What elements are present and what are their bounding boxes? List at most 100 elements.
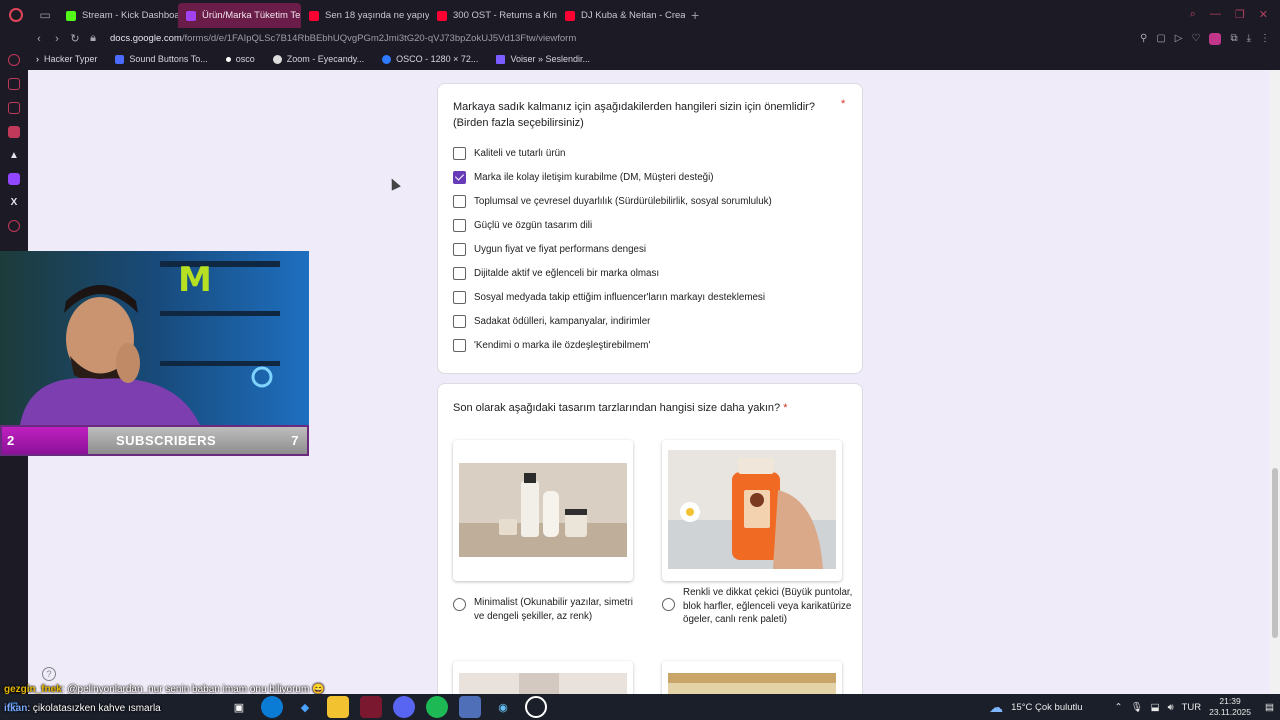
store-icon[interactable]: ◆ bbox=[294, 696, 316, 718]
bookmark-osco-1280[interactable]: OSCO - 1280 × 72... bbox=[382, 54, 478, 64]
radio-option-minimalist[interactable]: Minimalist (Okunabilir yazılar, simetri … bbox=[453, 596, 643, 623]
bookmark-icon bbox=[382, 54, 392, 64]
snapshot-icon[interactable]: ▢ bbox=[1156, 33, 1165, 45]
option-identification[interactable]: 'Kendimi o marka ile özdeşleştirebilmem' bbox=[453, 339, 650, 352]
spotify-icon[interactable] bbox=[426, 696, 448, 718]
speaker-icon[interactable]: 🔊︎ bbox=[1168, 702, 1174, 713]
weather-text[interactable]: 15°C Çok bulutlu bbox=[1011, 702, 1082, 713]
window-controls: ⌕ — ❐ ✕ bbox=[1190, 8, 1280, 21]
extension-icon[interactable] bbox=[1209, 32, 1222, 45]
image-option-minimalist[interactable] bbox=[453, 440, 633, 581]
image-option-colorful[interactable] bbox=[662, 440, 842, 581]
chevron-right-icon: › bbox=[36, 54, 39, 64]
opera-gx-icon[interactable] bbox=[360, 696, 382, 718]
tab-kick-dashboard[interactable]: Stream - Kick Dashboard bbox=[58, 3, 178, 28]
minimize-icon[interactable]: — bbox=[1210, 8, 1221, 21]
forward-icon[interactable]: › bbox=[48, 33, 66, 45]
subscriber-count: 2 bbox=[2, 427, 88, 454]
clock[interactable]: 21:39 23.11.2025 bbox=[1209, 696, 1251, 718]
address-bar: ‹ › ↻ 🔒︎ docs.google.com/forms/d/e/1FAIp… bbox=[0, 29, 1280, 48]
radio-button[interactable] bbox=[453, 598, 466, 611]
option-loyalty-rewards[interactable]: Sadakat ödülleri, kampanyalar, indirimle… bbox=[453, 315, 650, 328]
subscribers-goal-bar: 2 SUBSCRIBERS 7 bbox=[0, 425, 309, 456]
bookmark-osco[interactable]: osco bbox=[225, 54, 255, 64]
checkbox[interactable] bbox=[453, 315, 466, 328]
checkbox[interactable] bbox=[453, 339, 466, 352]
bookmark-hacker-typer[interactable]: › Hacker Typer bbox=[36, 54, 97, 64]
notifications-icon[interactable]: ▤ bbox=[1265, 702, 1274, 713]
option-design-language[interactable]: Güçlü ve özgün tasarım dili bbox=[453, 219, 592, 232]
reload-icon[interactable]: ↻ bbox=[66, 32, 84, 45]
bookmark-sound-buttons[interactable]: Sound Buttons To... bbox=[115, 54, 208, 64]
address-bar-actions: ⚲ ▢ ▷ ♡ ⧉ ⤓ ⋮ bbox=[1140, 32, 1280, 45]
workspaces-icon[interactable]: ▭ bbox=[32, 0, 58, 29]
back-icon[interactable]: ‹ bbox=[30, 33, 48, 45]
option-quality[interactable]: Kaliteli ve tutarlı ürün bbox=[453, 147, 565, 160]
bookmark-voiser[interactable]: Voiser » Seslendir... bbox=[496, 54, 590, 64]
download-icon[interactable]: ⤓ bbox=[1247, 33, 1251, 45]
chat-icon[interactable] bbox=[8, 102, 20, 114]
file-explorer-icon[interactable] bbox=[327, 696, 349, 718]
option-social-responsibility[interactable]: Toplumsal ve çevresel duyarlılık (Sürdür… bbox=[453, 195, 772, 208]
language-indicator[interactable]: TUR bbox=[1182, 702, 1202, 713]
search-tabs-icon[interactable]: ⌕ bbox=[1190, 8, 1196, 21]
opera-logo-icon[interactable] bbox=[0, 0, 32, 29]
checkbox[interactable] bbox=[453, 291, 466, 304]
app-icon[interactable] bbox=[459, 696, 481, 718]
image-option-4[interactable] bbox=[662, 661, 842, 694]
tab-youtube-3[interactable]: DJ Kuba & Neitan - Crean bbox=[557, 3, 685, 28]
tab-google-form[interactable]: Ürün/Marka Tüketim Ter bbox=[178, 3, 301, 28]
menu-icon[interactable]: ⋮ bbox=[1260, 33, 1270, 45]
new-tab-button[interactable]: + bbox=[685, 7, 705, 23]
pin-icon[interactable]: ⚲ bbox=[1140, 33, 1147, 45]
scrollbar-thumb[interactable] bbox=[1272, 468, 1278, 638]
checkbox[interactable] bbox=[453, 219, 466, 232]
chat-message: ifkan: çikolatasızken kahve ısmarla bbox=[4, 703, 161, 714]
obs-icon[interactable] bbox=[525, 696, 547, 718]
discord-icon[interactable] bbox=[393, 696, 415, 718]
messenger-icon[interactable] bbox=[8, 126, 20, 138]
bookmarks-bar: › Hacker Typer Sound Buttons To... osco Z… bbox=[28, 48, 1280, 70]
steam-icon[interactable]: ◉ bbox=[492, 696, 514, 718]
twitch-icon[interactable] bbox=[8, 173, 20, 185]
colorful-product-image bbox=[668, 450, 836, 569]
history-icon[interactable] bbox=[8, 54, 20, 66]
puzzle-icon[interactable]: ⧉ bbox=[1230, 33, 1237, 45]
image-option-3[interactable] bbox=[453, 661, 633, 694]
tab-youtube-1[interactable]: Sen 18 yaşında ne yapıyo bbox=[301, 3, 429, 28]
option-price-performance[interactable]: Uygun fiyat ve fiyat performans dengesi bbox=[453, 243, 646, 256]
option-influencers[interactable]: Sosyal medyada takip ettiğim influencer'… bbox=[453, 291, 765, 304]
heart-icon[interactable]: ♡ bbox=[1191, 33, 1200, 45]
checkbox[interactable] bbox=[453, 195, 466, 208]
bag-icon[interactable] bbox=[8, 78, 20, 90]
mic-icon[interactable]: 🎙︎ bbox=[1131, 702, 1143, 713]
chevron-up-icon[interactable]: ⌃ bbox=[1115, 702, 1123, 713]
help-icon[interactable]: ? bbox=[42, 667, 56, 681]
url-field[interactable]: docs.google.com/forms/d/e/1FAIpQLSc7B14R… bbox=[110, 33, 576, 44]
x-icon[interactable]: X bbox=[11, 197, 18, 208]
tab-youtube-2[interactable]: 300 OST - Returns a King bbox=[429, 3, 557, 28]
option-communication[interactable]: Marka ile kolay iletişim kurabilme (DM, … bbox=[453, 171, 714, 184]
aria-icon[interactable]: ▲ bbox=[9, 150, 19, 161]
checkbox[interactable] bbox=[453, 243, 466, 256]
radio-button[interactable] bbox=[662, 598, 675, 611]
radio-option-colorful[interactable]: Renkli ve dikkat çekici (Büyük puntolar,… bbox=[662, 586, 854, 627]
checkbox[interactable] bbox=[453, 267, 466, 280]
close-icon[interactable]: ✕ bbox=[1259, 8, 1268, 21]
webcam-overlay: M bbox=[0, 251, 309, 425]
maximize-icon[interactable]: ❐ bbox=[1235, 8, 1245, 21]
option-digital-active[interactable]: Dijitalde aktif ve eğlenceli bir marka o… bbox=[453, 267, 659, 280]
lock-icon: 🔒︎ bbox=[90, 32, 96, 44]
edge-icon[interactable] bbox=[261, 696, 283, 718]
player-icon[interactable] bbox=[8, 220, 20, 232]
youtube-icon bbox=[437, 10, 447, 21]
page-scrollbar[interactable] bbox=[1270, 70, 1280, 694]
play-icon[interactable]: ▷ bbox=[1175, 33, 1183, 45]
task-view-icon[interactable]: ▣ bbox=[228, 696, 250, 718]
checkbox-checked[interactable] bbox=[453, 171, 466, 184]
question-title: Son olarak aşağıdaki tasarım tarzlarında… bbox=[453, 402, 788, 414]
bookmark-zoom[interactable]: Zoom - Eyecandy... bbox=[272, 54, 364, 64]
network-icon[interactable]: ⬓ bbox=[1151, 702, 1160, 713]
subscriber-goal: SUBSCRIBERS 7 bbox=[88, 427, 307, 454]
checkbox[interactable] bbox=[453, 147, 466, 160]
